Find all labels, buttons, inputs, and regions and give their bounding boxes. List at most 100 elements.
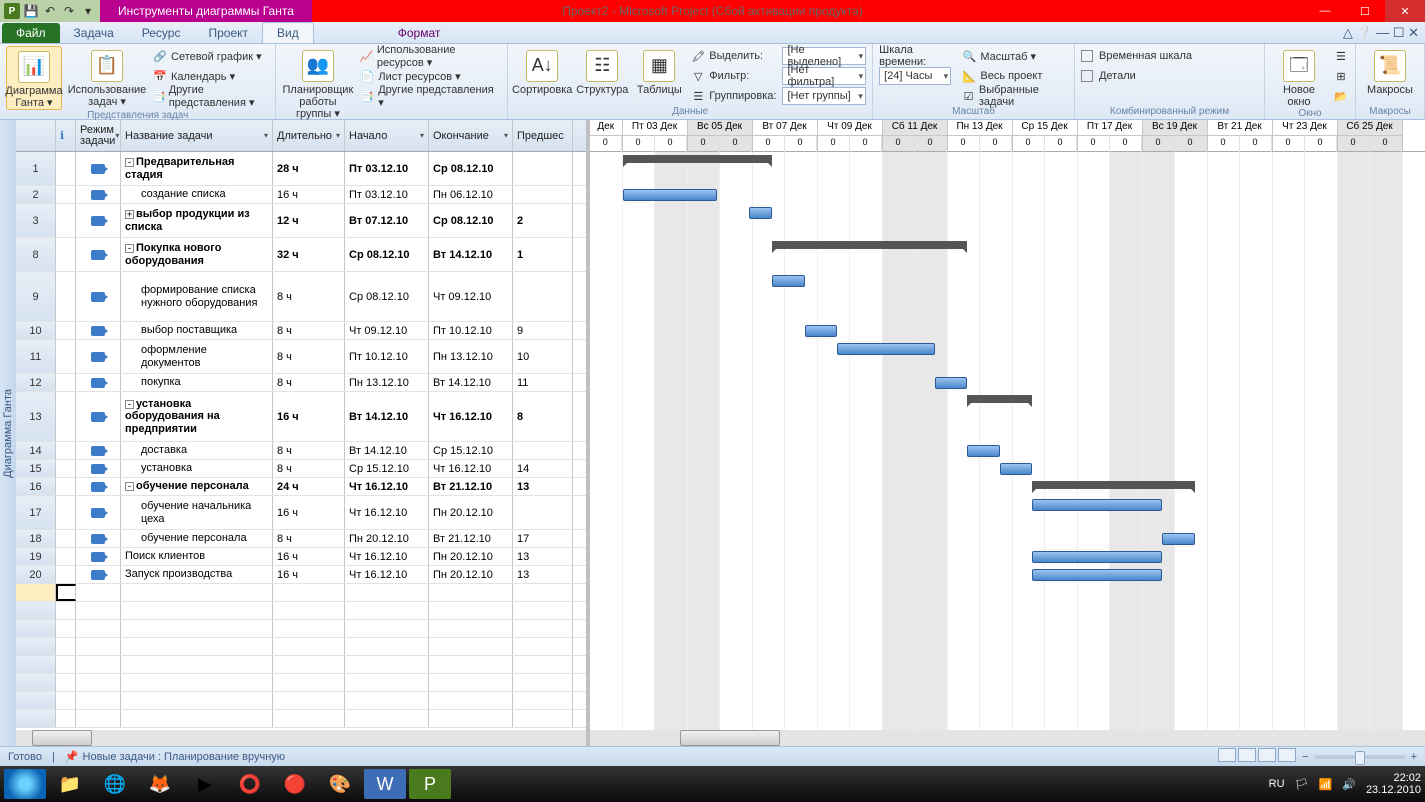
table-row[interactable]: 2создание списка16 чПт 03.12.10Пн 06.12.… bbox=[16, 186, 586, 204]
row-pred[interactable]: 13 bbox=[513, 548, 573, 565]
row-end[interactable]: Чт 09.12.10 bbox=[429, 272, 513, 321]
row-name[interactable]: -Предварительная стадия bbox=[121, 152, 273, 185]
arrange-button[interactable]: ⊞ bbox=[1333, 66, 1349, 86]
tb-opera[interactable]: 🔴 bbox=[274, 769, 316, 799]
table-row[interactable]: 9формирование списка нужного оборудовани… bbox=[16, 272, 586, 322]
row-mode[interactable] bbox=[76, 204, 121, 237]
outline-toggle[interactable]: - bbox=[125, 244, 134, 253]
table-row[interactable]: 12покупка8 чПн 13.12.10Вт 14.12.1011 bbox=[16, 374, 586, 392]
network-diagram-button[interactable]: 🔗Сетевой график ▾ bbox=[152, 46, 269, 66]
gantt-task-bar[interactable] bbox=[1000, 463, 1033, 475]
table-row[interactable]: 19Поиск клиентов16 чЧт 16.12.10Пн 20.12.… bbox=[16, 548, 586, 566]
redo-icon[interactable]: ↷ bbox=[61, 3, 77, 19]
tb-paint[interactable]: 🎨 bbox=[319, 769, 361, 799]
gantt-chart-button[interactable]: 📊Диаграмма Ганта ▾ bbox=[6, 46, 62, 110]
row-start[interactable]: Вт 14.12.10 bbox=[345, 442, 429, 459]
gantt-body[interactable] bbox=[590, 152, 1425, 746]
qat-more-icon[interactable]: ▾ bbox=[80, 3, 96, 19]
zoom-out-button[interactable]: − bbox=[1302, 751, 1308, 763]
row-mode[interactable] bbox=[76, 442, 121, 459]
table-row[interactable]: 3+выбор продукции из списка12 чВт 07.12.… bbox=[16, 204, 586, 238]
table-row[interactable]: 13-установка оборудования на предприятии… bbox=[16, 392, 586, 442]
tray-clock[interactable]: 22:02 23.12.2010 bbox=[1366, 772, 1421, 796]
row-name[interactable]: формирование списка нужного оборудования bbox=[121, 272, 273, 321]
row-info[interactable] bbox=[56, 530, 76, 547]
table-row[interactable]: 15установка8 чСр 15.12.10Чт 16.12.1014 bbox=[16, 460, 586, 478]
row-duration[interactable]: 32 ч bbox=[273, 238, 345, 271]
row-info[interactable] bbox=[56, 478, 76, 495]
row-number[interactable]: 11 bbox=[16, 340, 56, 373]
row-pred[interactable]: 13 bbox=[513, 566, 573, 583]
row-pred[interactable] bbox=[513, 442, 573, 459]
table-hscroll[interactable] bbox=[16, 730, 586, 746]
row-info[interactable] bbox=[56, 374, 76, 391]
gantt-task-bar[interactable] bbox=[1162, 533, 1195, 545]
row-info[interactable] bbox=[56, 238, 76, 271]
row-info[interactable] bbox=[56, 566, 76, 583]
row-duration[interactable]: 8 ч bbox=[273, 530, 345, 547]
entire-project-button[interactable]: 📐Весь проект bbox=[961, 66, 1068, 86]
row-number[interactable]: 20 bbox=[16, 566, 56, 583]
gantt-summary-bar[interactable] bbox=[967, 395, 1032, 403]
details-checkbox[interactable]: Детали bbox=[1081, 66, 1192, 86]
row-mode[interactable] bbox=[76, 322, 121, 339]
row-duration[interactable]: 8 ч bbox=[273, 340, 345, 373]
row-duration[interactable]: 8 ч bbox=[273, 322, 345, 339]
timescale-combo[interactable]: [24] Часы bbox=[879, 67, 951, 85]
gantt-task-bar[interactable] bbox=[772, 275, 805, 287]
outline-toggle[interactable]: - bbox=[125, 158, 134, 167]
row-duration[interactable]: 16 ч bbox=[273, 392, 345, 441]
row-name[interactable]: Поиск клиентов bbox=[121, 548, 273, 565]
hide-button[interactable]: 📂 bbox=[1333, 86, 1349, 106]
row-start[interactable]: Вт 14.12.10 bbox=[345, 392, 429, 441]
col-info[interactable]: ℹ bbox=[56, 120, 76, 151]
row-name[interactable]: Запуск производства bbox=[121, 566, 273, 583]
row-mode[interactable] bbox=[76, 340, 121, 373]
row-mode[interactable] bbox=[76, 478, 121, 495]
row-start[interactable]: Пн 20.12.10 bbox=[345, 530, 429, 547]
row-pred[interactable]: 9 bbox=[513, 322, 573, 339]
highlight-combo[interactable]: [Не выделено] bbox=[782, 47, 866, 65]
row-number[interactable]: 2 bbox=[16, 186, 56, 203]
row-end[interactable]: Ср 08.12.10 bbox=[429, 204, 513, 237]
row-end[interactable]: Пн 06.12.10 bbox=[429, 186, 513, 203]
row-info[interactable] bbox=[56, 496, 76, 529]
gantt-task-bar[interactable] bbox=[837, 343, 935, 355]
row-mode[interactable] bbox=[76, 374, 121, 391]
tray-volume-icon[interactable]: 🔊 bbox=[1342, 778, 1356, 791]
table-row-empty[interactable] bbox=[16, 620, 586, 638]
row-name[interactable]: покупка bbox=[121, 374, 273, 391]
row-mode[interactable] bbox=[76, 272, 121, 321]
row-name[interactable]: оформление документов bbox=[121, 340, 273, 373]
gantt-hscroll-thumb[interactable] bbox=[680, 730, 780, 746]
row-info[interactable] bbox=[56, 186, 76, 203]
table-row-empty[interactable] bbox=[16, 656, 586, 674]
row-end[interactable]: Пн 13.12.10 bbox=[429, 340, 513, 373]
row-duration[interactable]: 8 ч bbox=[273, 442, 345, 459]
team-planner-button[interactable]: 👥Планировщик работы группы ▾ bbox=[282, 46, 353, 120]
gantt-summary-bar[interactable] bbox=[623, 155, 773, 163]
row-pred[interactable]: 8 bbox=[513, 392, 573, 441]
gantt-task-bar[interactable] bbox=[805, 325, 838, 337]
app-icon[interactable]: P bbox=[4, 3, 20, 19]
gantt-summary-bar[interactable] bbox=[772, 241, 967, 249]
row-info[interactable] bbox=[56, 152, 76, 185]
outline-button[interactable]: ☷Структура bbox=[576, 46, 628, 96]
tray-flag-icon[interactable]: 🏳 bbox=[1295, 778, 1309, 791]
row-mode[interactable] bbox=[76, 496, 121, 529]
gantt-task-bar[interactable] bbox=[935, 377, 968, 389]
row-number[interactable]: 18 bbox=[16, 530, 56, 547]
row-end[interactable]: Чт 16.12.10 bbox=[429, 460, 513, 477]
other-views-1-button[interactable]: 📑Другие представления ▾ bbox=[152, 86, 269, 106]
task-usage-button[interactable]: 📋Использование задач ▾ bbox=[68, 46, 146, 108]
outline-toggle[interactable]: - bbox=[125, 400, 134, 409]
row-duration[interactable]: 16 ч bbox=[273, 186, 345, 203]
col-mode[interactable]: Режим задачи▾ bbox=[76, 120, 121, 151]
row-duration[interactable]: 24 ч bbox=[273, 478, 345, 495]
gantt-task-bar[interactable] bbox=[967, 445, 1000, 457]
start-button[interactable] bbox=[4, 769, 46, 799]
row-pred[interactable]: 14 bbox=[513, 460, 573, 477]
group-combo[interactable]: [Нет группы] bbox=[782, 87, 865, 105]
row-mode[interactable] bbox=[76, 460, 121, 477]
filter-combo[interactable]: [Нет фильтра] bbox=[782, 67, 866, 85]
